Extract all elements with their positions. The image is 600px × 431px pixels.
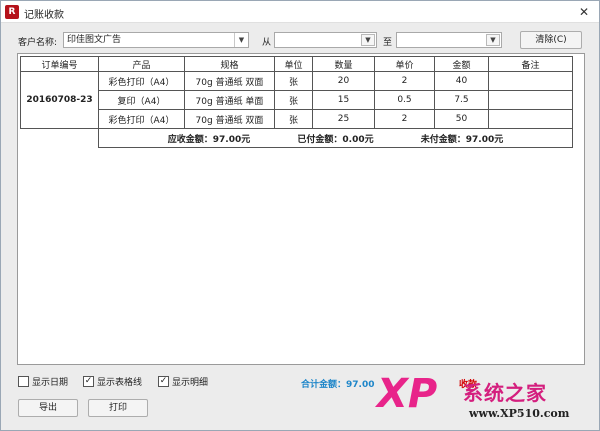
window-title: 记账收款 [24,10,64,21]
qty-cell[interactable]: 20 [312,71,375,91]
show-grid-checkbox[interactable]: ✓ 显示表格线 [83,375,142,388]
amount-cell[interactable]: 40 [434,71,489,91]
calendar-dropdown-icon[interactable]: ▼ [361,34,375,46]
header-note: 备注 [488,56,573,72]
product-cell[interactable]: 彩色打印（A4） [98,71,185,91]
watermark-url: www.XP510.com [469,407,570,420]
header-product: 产品 [98,56,185,72]
unpaid-total: 未付金额：97.00元 [420,134,504,145]
filter-bar: 客户名称: 印佳图文广告 ▼ 从 ▼ 至 ▼ 清除(C) [1,31,599,51]
table-row[interactable]: 彩色打印（A4） 70g 普通纸 双面 张 25 2 50 [21,109,573,129]
spec-cell[interactable]: 70g 普通纸 单面 [184,90,275,110]
title-bar: R 记账收款 ✕ [1,1,599,23]
customer-value: 印佳图文广告 [67,35,122,45]
table-row[interactable]: 20160708-23 彩色打印（A4） 70g 普通纸 双面 张 20 2 4… [20,71,573,129]
watermark-text: 系统之家 [463,381,547,405]
export-button[interactable]: 导出 [18,399,78,417]
print-button[interactable]: 打印 [88,399,148,417]
amount-cell[interactable]: 50 [434,109,489,129]
paid-total: 已付金额：0.00元 [297,134,374,145]
header-amount: 金额 [434,56,489,72]
chevron-down-icon[interactable]: ▼ [234,33,248,47]
header-price: 单价 [374,56,435,72]
note-cell[interactable] [488,90,573,110]
checkmark-icon[interactable]: ✓ [158,376,169,387]
order-table: 订单编号 产品 规格 单位 数量 单价 金额 备注 20160708-23 彩色… [20,56,573,148]
clear-button[interactable]: 清除(C) [520,31,582,49]
product-cell[interactable]: 彩色打印（A4） [98,109,185,129]
qty-cell[interactable]: 25 [312,109,375,129]
totals-spacer [20,128,99,148]
to-label: 至 [383,38,393,48]
spec-cell[interactable]: 70g 普通纸 双面 [184,71,275,91]
show-detail-checkbox[interactable]: ✓ 显示明细 [158,375,208,388]
order-number-cell[interactable]: 20160708-23 [20,71,99,129]
amount-cell[interactable]: 7.5 [434,90,489,110]
table-header-row: 订单编号 产品 规格 单位 数量 单价 金额 备注 [20,56,573,72]
header-order-no: 订单编号 [20,56,99,72]
unit-cell[interactable]: 张 [274,71,313,91]
note-cell[interactable] [488,71,573,91]
grand-total: 合计金额：97.00 [301,380,375,390]
show-detail-label: 显示明细 [172,378,209,388]
table-row[interactable]: 复印（A4） 70g 普通纸 单面 张 15 0.5 7.5 [21,90,573,110]
dialog-window: R 记账收款 ✕ 客户名称: 印佳图文广告 ▼ 从 ▼ 至 ▼ 清除(C) 订单… [0,0,600,431]
spec-cell[interactable]: 70g 普通纸 双面 [184,109,275,129]
header-qty: 数量 [312,56,375,72]
to-date-picker[interactable]: ▼ [396,32,502,48]
price-cell[interactable]: 0.5 [374,90,435,110]
from-date-picker[interactable]: ▼ [274,32,377,48]
watermark-logo: XP [377,371,438,417]
receivable-total: 应收金额：97.00元 [167,134,251,145]
totals-row: 应收金额：97.00元 已付金额：0.00元 未付金额：97.00元 [20,128,573,148]
product-cell[interactable]: 复印（A4） [98,90,185,110]
price-cell[interactable]: 2 [374,109,435,129]
show-date-checkbox[interactable]: 显示日期 [18,375,68,388]
unit-cell[interactable]: 张 [274,90,313,110]
checkmark-icon[interactable]: ✓ [83,376,94,387]
header-spec: 规格 [184,56,275,72]
calendar-dropdown-icon[interactable]: ▼ [486,34,500,46]
checkbox-unchecked-icon[interactable] [18,376,29,387]
customer-label: 客户名称: [18,38,58,48]
header-unit: 单位 [274,56,313,72]
totals-cell: 应收金额：97.00元 已付金额：0.00元 未付金额：97.00元 [98,128,573,148]
close-button[interactable]: ✕ [573,4,595,20]
show-date-label: 显示日期 [32,378,69,388]
qty-cell[interactable]: 15 [312,90,375,110]
note-cell[interactable] [488,109,573,129]
unit-cell[interactable]: 张 [274,109,313,129]
app-icon: R [5,5,19,19]
customer-select[interactable]: 印佳图文广告 ▼ [63,32,249,48]
order-grid: 订单编号 产品 规格 单位 数量 单价 金额 备注 20160708-23 彩色… [17,53,585,365]
watermark: XP 系统之家 www.XP510.com [377,371,599,429]
from-label: 从 [262,38,272,48]
show-grid-label: 显示表格线 [97,378,143,388]
price-cell[interactable]: 2 [374,71,435,91]
